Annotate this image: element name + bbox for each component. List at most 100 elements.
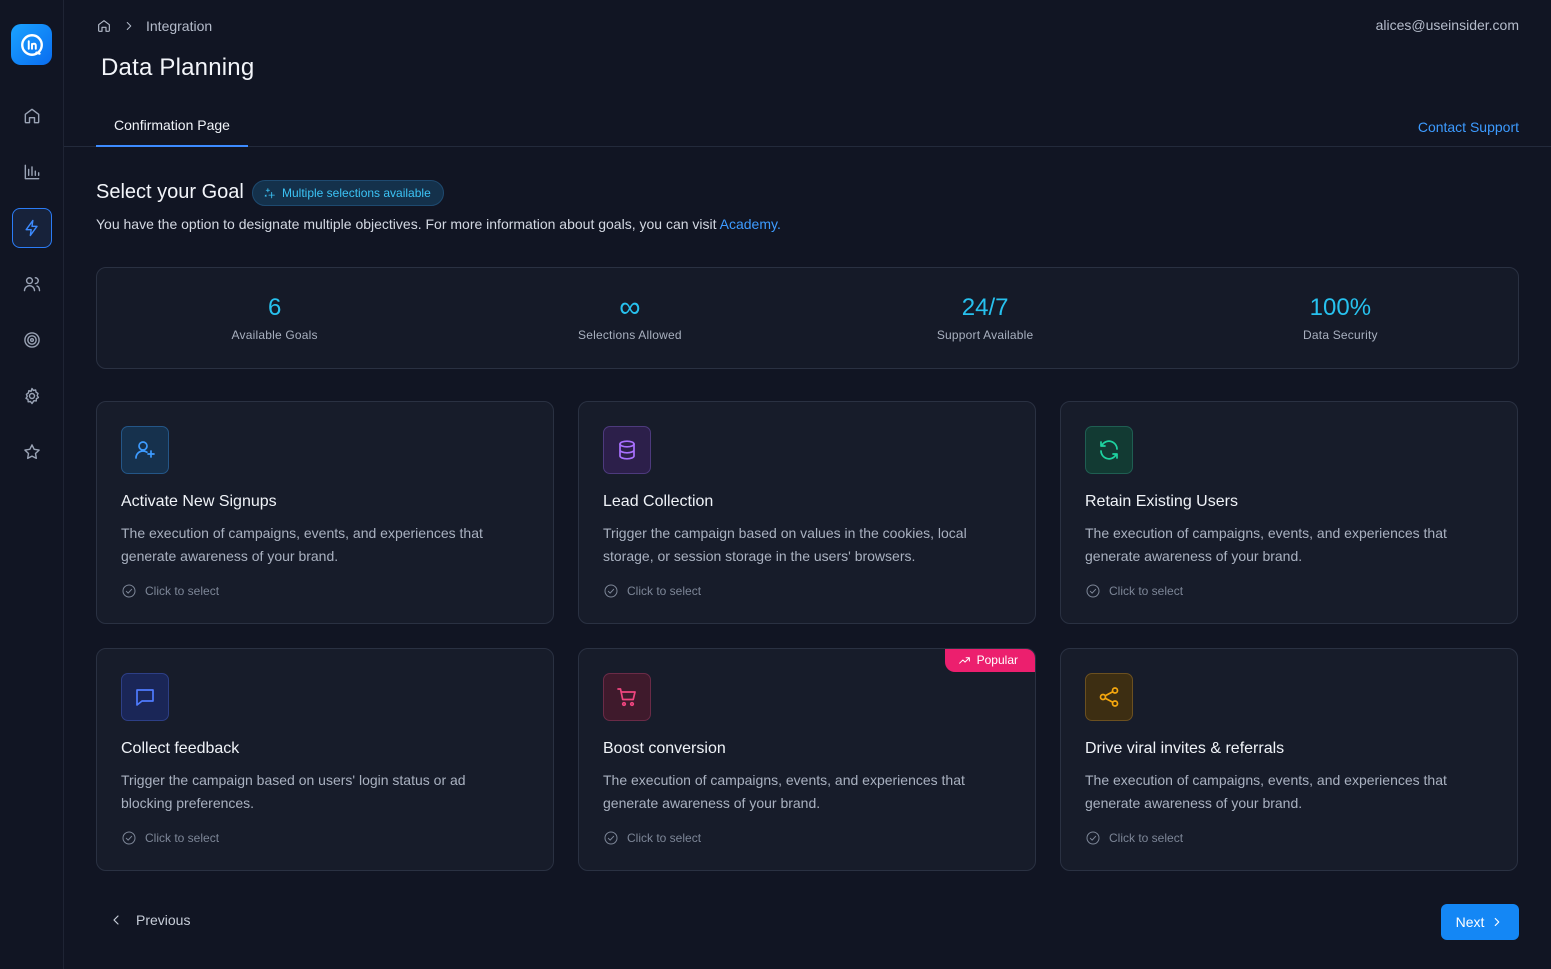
- gear-icon: [25, 387, 40, 405]
- popular-label: Popular: [976, 653, 1018, 667]
- goal-description: You have the option to designate multipl…: [96, 216, 781, 232]
- user-email[interactable]: alices@useinsider.com: [1376, 17, 1519, 33]
- stat-value: 6: [267, 294, 282, 321]
- users-icon: [23, 277, 41, 292]
- user-plus-icon: [135, 441, 155, 459]
- logo-icon: [20, 33, 43, 56]
- stat-value: 100%: [1309, 294, 1372, 321]
- card-description: Trigger the campaign based on users' log…: [121, 772, 466, 811]
- previous-label: Previous: [136, 912, 191, 928]
- sidebar: [0, 0, 64, 969]
- card-select-label: Click to select: [1109, 831, 1184, 845]
- card-select[interactable]: Click to select: [1085, 830, 1183, 846]
- contact-support-link[interactable]: Contact Support: [1418, 119, 1519, 135]
- stat-selections-allowed: ∞ Selections Allowed: [452, 268, 807, 368]
- chevron-right-icon: [126, 22, 132, 30]
- previous-button[interactable]: Previous: [108, 912, 190, 928]
- next-button[interactable]: Next: [1441, 904, 1519, 940]
- card-select-label: Click to select: [145, 584, 220, 598]
- goal-card-activate-new-signups[interactable]: Activate New Signups The execution of ca…: [96, 401, 554, 624]
- card-select[interactable]: Click to select: [603, 830, 701, 846]
- card-icon-box: [121, 673, 169, 721]
- card-select-label: Click to select: [627, 831, 702, 845]
- badge-label: Multiple selections available: [282, 186, 431, 200]
- refresh-icon: [1100, 440, 1118, 460]
- goal-card-collect-feedback[interactable]: Collect feedback Trigger the campaign ba…: [96, 648, 554, 871]
- page-title: Data Planning: [101, 54, 255, 81]
- popular-badge: Popular: [944, 649, 1035, 672]
- card-select[interactable]: Click to select: [121, 830, 219, 846]
- card-title: Boost conversion: [603, 740, 726, 757]
- message-icon: [136, 689, 154, 706]
- card-select[interactable]: Click to select: [121, 583, 219, 599]
- card-description: The execution of campaigns, events, and …: [1085, 525, 1447, 564]
- stat-label: Selections Allowed: [578, 328, 682, 342]
- tabs-bar: Confirmation Page Contact Support: [64, 104, 1551, 147]
- check-circle-icon: [604, 831, 618, 845]
- share-icon: [1099, 687, 1119, 707]
- card-select[interactable]: Click to select: [1085, 583, 1183, 599]
- check-circle-icon: [122, 831, 136, 845]
- goal-title: Select your Goal: [96, 181, 244, 203]
- card-icon-box: [1085, 426, 1133, 474]
- card-title: Lead Collection: [603, 493, 714, 510]
- check-circle-icon: [122, 584, 136, 598]
- goal-card-retain-existing-users[interactable]: Retain Existing Users The execution of c…: [1060, 401, 1518, 624]
- card-description: The execution of campaigns, events, and …: [121, 525, 483, 564]
- academy-link[interactable]: Academy.: [720, 216, 781, 232]
- card-description: The execution of campaigns, events, and …: [603, 772, 965, 811]
- tab-confirmation-page[interactable]: Confirmation Page: [96, 104, 248, 147]
- goal-card-drive-viral-invites[interactable]: Drive viral invites & referrals The exec…: [1060, 648, 1518, 871]
- check-circle-icon: [604, 584, 618, 598]
- database-icon: [619, 440, 635, 460]
- stat-value: 24/7: [961, 294, 1009, 321]
- stat-label: Data Security: [1303, 328, 1378, 342]
- card-icon-box: [603, 673, 651, 721]
- stat-data-security: 100% Data Security: [1163, 268, 1518, 368]
- card-icon-box: [603, 426, 651, 474]
- cart-icon: [617, 688, 636, 707]
- nav-users[interactable]: [12, 264, 52, 304]
- stat-label: Available Goals: [231, 328, 318, 342]
- insider-logo[interactable]: [11, 24, 52, 65]
- nav-analytics[interactable]: [12, 152, 52, 192]
- multiple-selections-badge: Multiple selections available: [252, 180, 444, 206]
- check-circle-icon: [1086, 584, 1100, 598]
- goal-description-text: You have the option to designate multipl…: [96, 216, 717, 232]
- goal-card-boost-conversion[interactable]: Popular Boost conversion The execution o…: [578, 648, 1036, 871]
- trending-up-icon: [958, 656, 970, 664]
- card-select-label: Click to select: [145, 831, 220, 845]
- nav-favorites[interactable]: [12, 432, 52, 472]
- card-select[interactable]: Click to select: [603, 583, 701, 599]
- chevron-right-icon: [1495, 917, 1500, 927]
- nav-goals[interactable]: [12, 320, 52, 360]
- card-select-label: Click to select: [1109, 584, 1184, 598]
- stats-panel: 6 Available Goals ∞ Selections Allowed 2…: [96, 267, 1519, 369]
- nav-integration[interactable]: [12, 208, 52, 248]
- target-icon: [24, 332, 40, 348]
- card-title: Drive viral invites & referrals: [1085, 740, 1285, 757]
- star-icon: [24, 444, 40, 460]
- check-circle-icon: [1086, 831, 1100, 845]
- card-title: Activate New Signups: [121, 493, 277, 510]
- bar-chart-icon: [24, 164, 40, 180]
- home-icon[interactable]: [96, 18, 112, 34]
- breadcrumb: Integration: [96, 17, 212, 35]
- stat-label: Support Available: [936, 328, 1034, 342]
- card-title: Collect feedback: [121, 740, 240, 757]
- card-description: Trigger the campaign based on values in …: [603, 525, 967, 564]
- home-icon: [24, 108, 40, 124]
- sparkle-icon: [264, 187, 275, 198]
- card-description: The execution of campaigns, events, and …: [1085, 772, 1447, 811]
- stat-available-goals: 6 Available Goals: [97, 268, 452, 368]
- next-label: Next: [1455, 914, 1485, 930]
- chevron-left-icon: [113, 915, 119, 925]
- nav-settings[interactable]: [12, 376, 52, 416]
- stat-support-available: 24/7 Support Available: [808, 268, 1163, 368]
- nav-home[interactable]: [12, 96, 52, 136]
- goal-card-lead-collection[interactable]: Lead Collection Trigger the campaign bas…: [578, 401, 1036, 624]
- breadcrumb-current[interactable]: Integration: [146, 18, 212, 34]
- stat-value: ∞: [619, 291, 641, 324]
- card-icon-box: [121, 426, 169, 474]
- card-select-label: Click to select: [627, 584, 702, 598]
